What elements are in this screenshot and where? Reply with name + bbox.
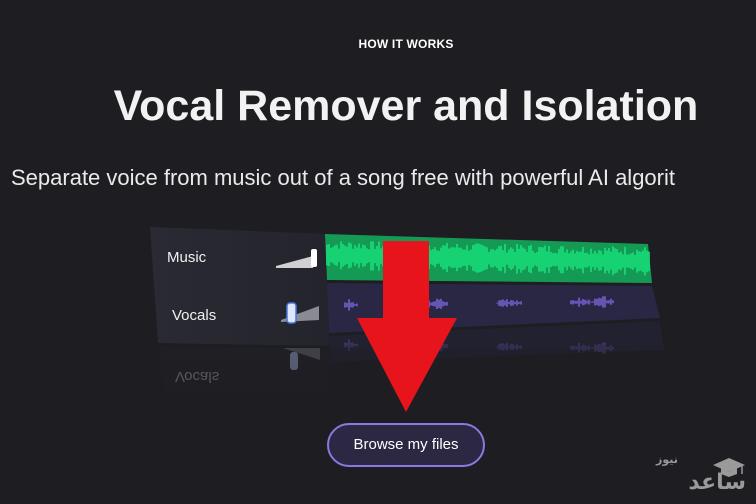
vocals-label-reflection: Vocals xyxy=(175,368,219,385)
music-track-label: Music xyxy=(167,249,207,266)
vocals-handle-reflection xyxy=(290,352,298,370)
vocals-track-label: Vocals xyxy=(172,307,216,324)
browse-files-button[interactable]: Browse my files xyxy=(327,423,485,467)
music-volume-handle[interactable] xyxy=(311,249,317,267)
track-control-panel xyxy=(150,227,329,346)
watermark-brand: ساعد xyxy=(688,470,746,495)
vocals-volume-handle[interactable] xyxy=(286,302,297,324)
watermark: نیوز ساعد xyxy=(648,452,752,500)
watermark-sub: نیوز xyxy=(656,453,678,466)
